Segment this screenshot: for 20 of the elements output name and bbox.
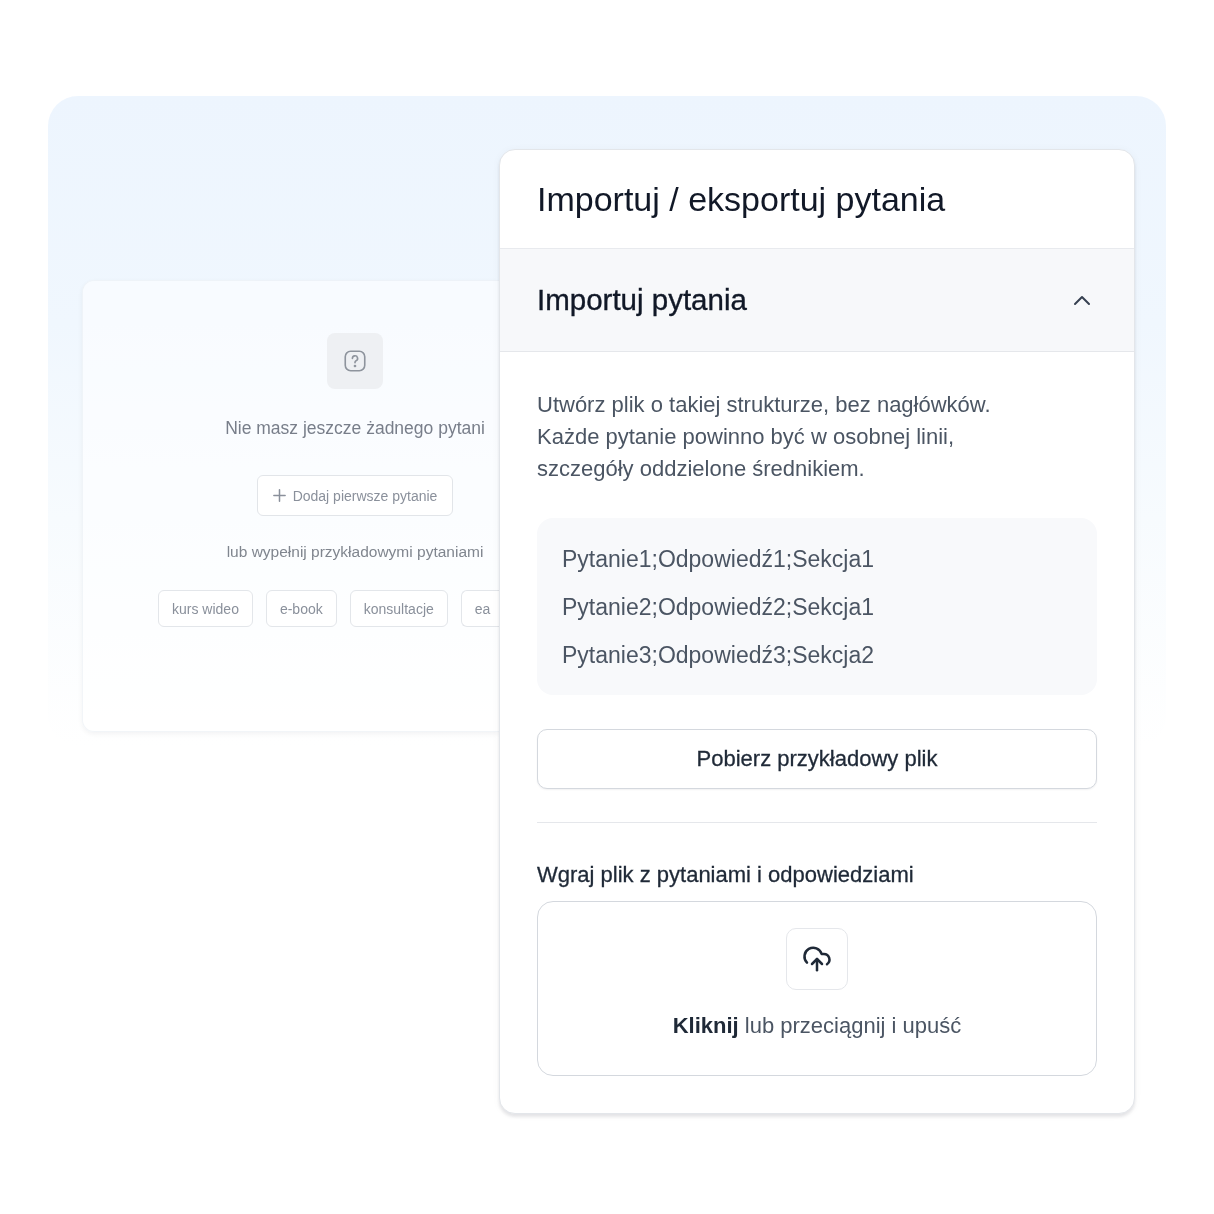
accordion-header[interactable]: Importuj pytania (500, 249, 1134, 352)
template-chip[interactable]: e-book (265, 590, 337, 627)
example-line: Pytanie3;Odpowiedź3;Sekcja2 (562, 641, 875, 670)
upload-label: Wgraj plik z pytaniami i odpowiedziami (537, 861, 915, 889)
dialog-title: Importuj / eksportuj pytania (537, 179, 946, 219)
add-question-button[interactable]: Dodaj pierwsze pytanie (256, 475, 454, 516)
upload-dropzone[interactable]: Kliknij lub przeciągnij i upuść (537, 901, 1097, 1076)
template-chip[interactable]: kurs wideo (158, 590, 253, 627)
plus-icon (272, 489, 286, 502)
instructions-text: Utwórz plik o takiej strukturze, bez nagłówków. Każde pytanie powinno być w osobnej linii, szczegóły oddzielone średnikiem. (537, 391, 992, 483)
cloud-upload-icon (786, 928, 848, 990)
download-sample-button[interactable]: Pobierz przykładowy plik (537, 729, 1097, 789)
dropzone-text: Kliknij lub przeciągnij i upuść (672, 1012, 962, 1040)
template-chip[interactable]: konsultacje (349, 590, 448, 627)
template-chip[interactable]: ea (460, 590, 499, 627)
fill-hint-text: lub wypełnij przykładowymi pytaniami (226, 542, 484, 562)
example-line: Pytanie2;Odpowiedź2;Sekcja1 (562, 593, 875, 622)
empty-state-title: Nie masz jeszcze żadnego pytani (225, 417, 485, 440)
example-line: Pytanie1;Odpowiedź1;Sekcja1 (562, 545, 875, 574)
question-icon (327, 333, 383, 389)
